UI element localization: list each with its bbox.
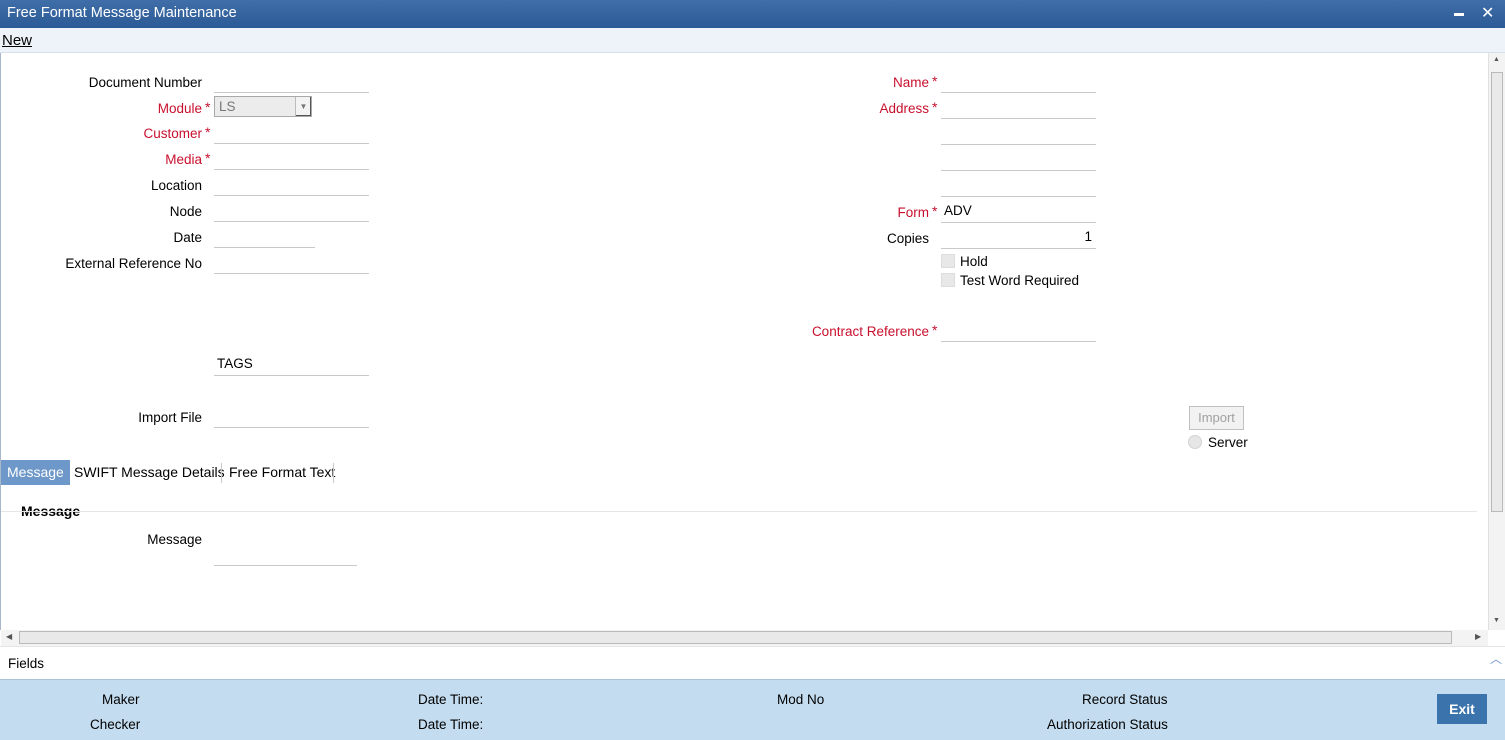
chevron-down-icon[interactable]: ▼: [295, 97, 311, 116]
external-reference-field[interactable]: [214, 252, 369, 274]
copies-field[interactable]: 1: [941, 227, 1096, 249]
address-label: Address: [879, 101, 929, 116]
document-number-field[interactable]: [214, 71, 369, 93]
module-select-value: LS: [219, 99, 236, 114]
scroll-down-icon[interactable]: ▼: [1493, 617, 1500, 624]
name-required-marker: *: [932, 73, 938, 89]
test-word-required-label: Test Word Required: [960, 273, 1080, 288]
module-select[interactable]: LS ▼: [214, 96, 312, 117]
new-link[interactable]: New: [2, 32, 32, 49]
address-line-3[interactable]: [941, 149, 1096, 171]
address-line-2[interactable]: [941, 123, 1096, 145]
scroll-up-icon[interactable]: ▲: [1493, 56, 1500, 63]
import-button[interactable]: Import: [1189, 406, 1244, 430]
tags-field[interactable]: TAGS: [214, 354, 369, 376]
chevron-up-icon[interactable]: ︿: [1490, 650, 1502, 667]
maker-label: Maker: [102, 692, 140, 707]
name-field[interactable]: [941, 71, 1096, 93]
customer-required-marker: *: [205, 124, 211, 140]
scroll-right-icon[interactable]: ▶: [1475, 632, 1481, 641]
module-required-marker: *: [205, 99, 211, 115]
media-label: Media: [165, 152, 202, 167]
hold-label: Hold: [960, 254, 988, 269]
hold-checkbox[interactable]: [941, 254, 955, 268]
horizontal-scroll-thumb[interactable]: [19, 631, 1452, 644]
address-line-1[interactable]: [941, 97, 1096, 119]
name-label: Name: [892, 75, 929, 90]
checker-date-time-label: Date Time:: [418, 717, 484, 732]
contract-reference-required-marker: *: [932, 322, 938, 338]
vertical-scrollbar[interactable]: ▲ ▼: [1488, 53, 1505, 630]
horizontal-scrollbar[interactable]: ◀ ▶: [1, 630, 1488, 646]
vertical-scroll-thumb[interactable]: [1491, 72, 1503, 512]
tab-divider: [333, 463, 334, 483]
message-label: Message: [147, 532, 202, 547]
message-textarea[interactable]: [214, 528, 357, 566]
window-title: Free Format Message Maintenance: [7, 5, 237, 21]
customer-field[interactable]: [214, 122, 369, 144]
document-number-label: Document Number: [88, 75, 202, 90]
fields-label[interactable]: Fields: [8, 656, 44, 671]
address-line-4[interactable]: [941, 175, 1096, 197]
server-label: Server: [1208, 435, 1248, 450]
test-word-required-checkbox[interactable]: [941, 273, 955, 287]
form-label: Form: [897, 205, 930, 220]
tab-message[interactable]: Message: [1, 460, 70, 485]
location-field[interactable]: [214, 174, 369, 196]
maker-date-time-label: Date Time:: [418, 692, 484, 707]
contract-reference-field[interactable]: [941, 320, 1096, 342]
checker-label: Checker: [90, 717, 141, 732]
external-reference-label: External Reference No: [65, 256, 202, 271]
node-label: Node: [169, 204, 202, 219]
record-status-label: Record Status: [1082, 692, 1168, 707]
scroll-left-icon[interactable]: ◀: [6, 632, 12, 641]
form-field[interactable]: ADV: [941, 201, 1096, 223]
section-divider: [1, 511, 1477, 512]
minimize-icon[interactable]: ▬: [1454, 8, 1464, 19]
exit-button[interactable]: Exit: [1437, 694, 1487, 724]
tab-swift-message-details[interactable]: SWIFT Message Details: [68, 460, 231, 485]
customer-label: Customer: [143, 126, 202, 141]
import-file-field[interactable]: [214, 406, 369, 428]
date-label: Date: [173, 230, 202, 245]
title-bar: Free Format Message Maintenance ▬ ✕: [0, 0, 1505, 28]
media-required-marker: *: [205, 150, 211, 166]
mod-no-label: Mod No: [777, 692, 825, 707]
node-field[interactable]: [214, 200, 369, 222]
media-field[interactable]: [214, 148, 369, 170]
audit-footer: Maker Checker Date Time: Date Time: Mod …: [0, 679, 1505, 740]
form-required-marker: *: [932, 203, 938, 219]
address-required-marker: *: [932, 99, 938, 115]
authorization-status-label: Authorization Status: [1047, 717, 1168, 732]
date-field[interactable]: [214, 226, 315, 248]
location-label: Location: [150, 178, 202, 193]
copies-label: Copies: [886, 231, 929, 246]
close-icon[interactable]: ✕: [1481, 3, 1494, 23]
module-label: Module: [157, 101, 202, 116]
fields-bar: Fields ︿: [0, 646, 1505, 679]
import-file-label: Import File: [138, 410, 202, 425]
contract-reference-label: Contract Reference: [811, 324, 929, 339]
menu-bar: New: [0, 28, 1505, 53]
tab-divider: [221, 463, 222, 483]
server-radio[interactable]: [1188, 435, 1202, 449]
tab-free-format-text[interactable]: Free Format Text: [223, 460, 341, 485]
